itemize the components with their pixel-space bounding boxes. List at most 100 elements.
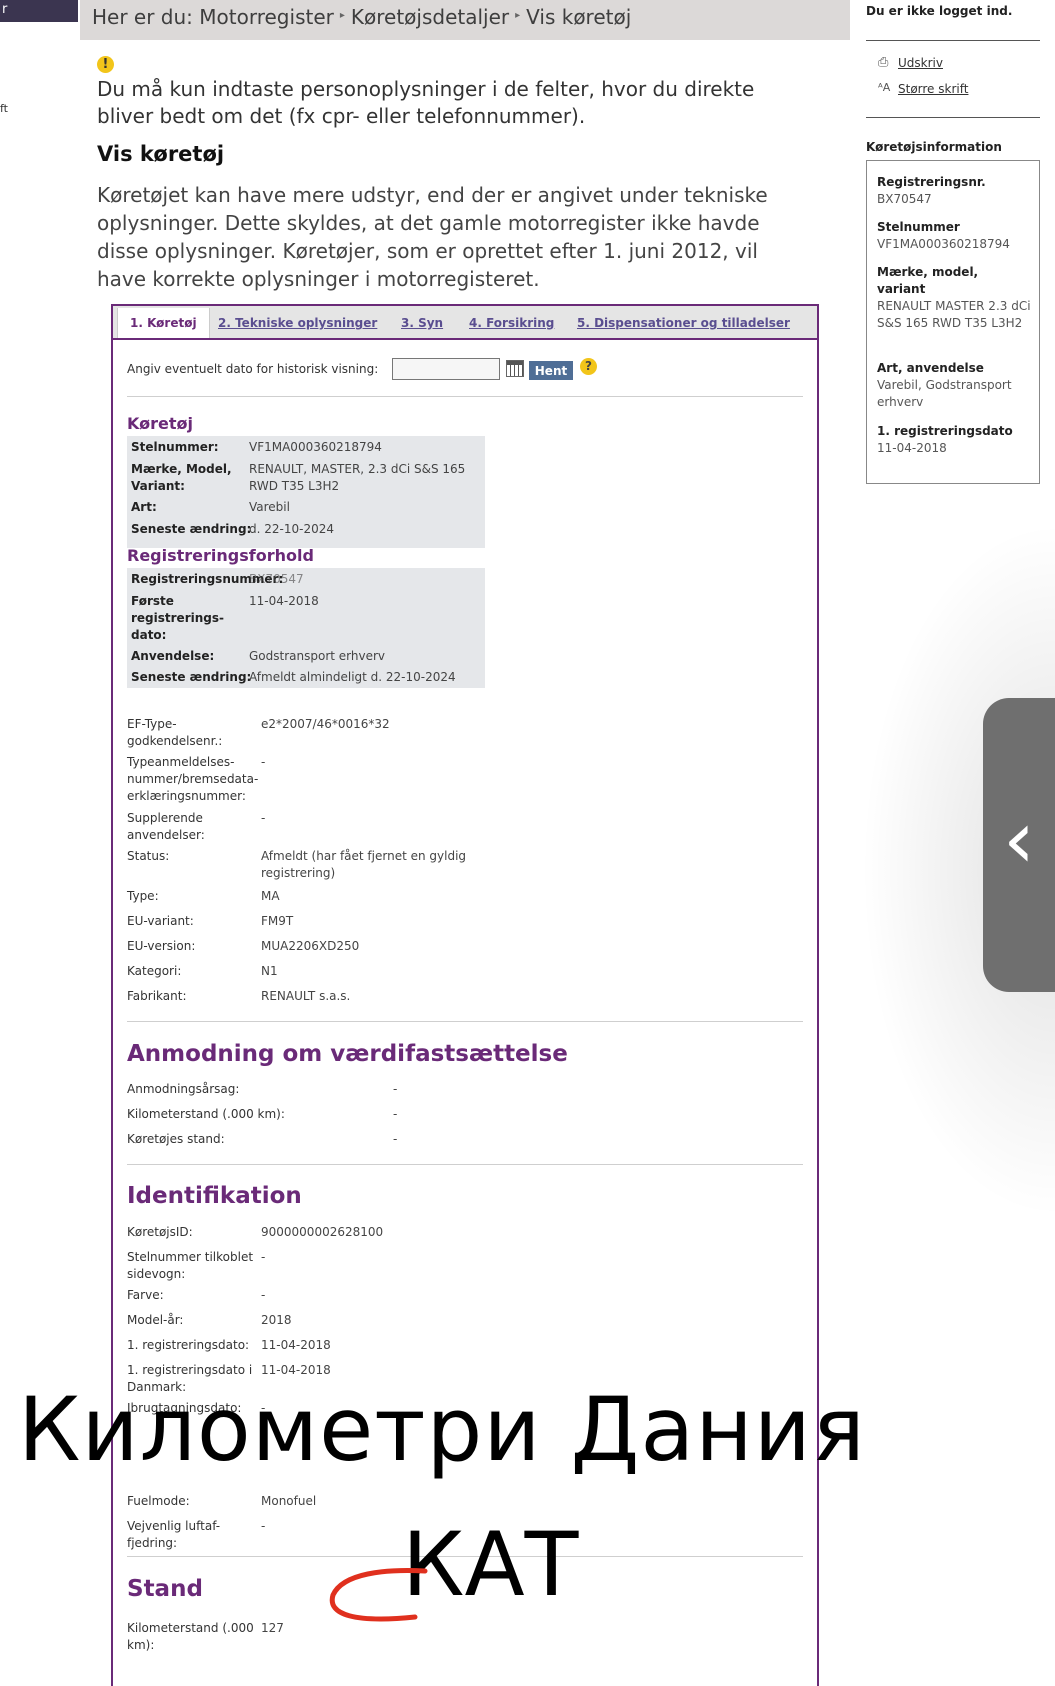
breadcrumb-item-koretojsdetaljer[interactable]: Køretøjsdetaljer xyxy=(351,5,509,29)
field-label: Kilometerstand (.000 km): xyxy=(127,1107,285,1121)
divider xyxy=(127,1164,803,1165)
detail-value: MUA2206XD250 xyxy=(261,939,360,953)
detail-value: Afmeldt (har fået fjernet en gyldig regi… xyxy=(261,849,467,880)
divider xyxy=(127,396,803,397)
breadcrumb-item-motorregister[interactable]: Motorregister xyxy=(199,5,334,29)
info-label: 1. registreringsdato xyxy=(877,424,1013,438)
detail-value: RENAULT s.a.s. xyxy=(261,989,351,1003)
hent-button[interactable]: Hent xyxy=(529,361,573,380)
field-value: VF1MA000360218794 xyxy=(249,440,382,454)
field-label: Model-år: xyxy=(127,1313,184,1327)
detail-label: Supplerende anvendelser: xyxy=(127,811,205,842)
field-value: RENAULT, MASTER, 2.3 dCi S&S 165 RWD T35… xyxy=(249,462,466,493)
section-title-anmodning: Anmodning om værdifastsættelse xyxy=(127,1041,568,1067)
divider xyxy=(866,40,1040,41)
intro-text: Køretøjet kan have mere udstyr, end der … xyxy=(97,183,768,291)
breadcrumb-separator-icon: ▸ xyxy=(339,10,345,21)
detail-label: Type: xyxy=(127,889,159,903)
print-link[interactable]: Udskriv xyxy=(898,56,943,70)
field-value: 11-04-2018 xyxy=(249,594,319,608)
detail-label: Typeanmeldelses-nummer/bremsedata-erklær… xyxy=(127,755,259,803)
field-label: Seneste ændring: xyxy=(131,522,252,536)
corner-text: r xyxy=(2,2,8,17)
detail-label: EF-Type-godkendelsenr.: xyxy=(127,717,223,748)
field-value: d. 22-10-2024 xyxy=(249,522,334,536)
vehicle-info-title: Køretøjsinformation xyxy=(866,140,1002,154)
detail-label: Kategori: xyxy=(127,964,182,978)
tab-koretoj[interactable]: 1. Køretøj xyxy=(117,308,210,338)
left-side-text: ft xyxy=(0,102,8,115)
field-value: Godstransport erhverv xyxy=(249,649,386,663)
field-value: - xyxy=(261,1519,266,1533)
tab-tekniske-oplysninger[interactable]: 2. Tekniske oplysninger xyxy=(218,316,377,330)
detail-value: e2*2007/46*0016*32 xyxy=(261,717,390,731)
info-label: Art, anvendelse xyxy=(877,361,984,375)
koretoj-box: Stelnummer: VF1MA000360218794 Mærke, Mod… xyxy=(127,436,485,548)
info-label: Mærke, model, variant xyxy=(877,265,979,296)
field-value: 9000000002628100 xyxy=(261,1225,384,1239)
print-icon[interactable]: ⎙ xyxy=(878,55,888,70)
detail-label: Status: xyxy=(127,849,170,863)
section-title-stand: Stand xyxy=(127,1576,203,1602)
page-title: Vis køretøj xyxy=(97,142,225,166)
history-date-input[interactable] xyxy=(392,358,500,380)
info-value: RENAULT MASTER 2.3 dCi S&S 165 RWD T35 L… xyxy=(877,299,1031,330)
field-value: - xyxy=(393,1107,398,1121)
notice-text: Du må kun indtaste personoplysninger i d… xyxy=(97,77,755,128)
info-label: Stelnummer xyxy=(877,220,960,234)
field-value: 11-04-2018 xyxy=(261,1338,331,1352)
field-value: Varebil xyxy=(249,500,290,514)
detail-value: MA xyxy=(261,889,280,903)
field-value: - xyxy=(261,1250,266,1264)
larger-font-link[interactable]: Større skrift xyxy=(898,82,968,96)
field-label: Vejvenlig luftaf-fjedring: xyxy=(127,1519,221,1550)
kilometerstand-value: 127 xyxy=(261,1621,284,1635)
detail-label: EU-variant: xyxy=(127,914,194,928)
calendar-icon[interactable] xyxy=(506,360,524,377)
tab-dispensationer[interactable]: 5. Dispensationer og tilladelser xyxy=(577,316,790,330)
info-value: 11-04-2018 xyxy=(877,441,947,455)
font-size-icon[interactable]: ᴬA xyxy=(878,81,890,94)
field-label: Kilometerstand (.000 km): xyxy=(127,1621,254,1652)
detail-value: - xyxy=(261,811,266,825)
tab-syn[interactable]: 3. Syn xyxy=(401,316,443,330)
registrering-box: Registreringsnummer: BX70547 Første regi… xyxy=(127,568,485,688)
section-title-koretoj: Køretøj xyxy=(127,414,193,433)
section-title-registreringsforhold: Registreringsforhold xyxy=(127,546,314,565)
breadcrumb-bar: Her er du: Motorregister ▸ Køretøjsdetalje… xyxy=(80,0,850,40)
field-label: Anmodningsårsag: xyxy=(127,1082,240,1096)
info-value: VF1MA000360218794 xyxy=(877,237,1010,251)
breadcrumb: Her er du: Motorregister ▸ Køretøjsdetalje… xyxy=(92,5,631,29)
detail-value: FM9T xyxy=(261,914,294,928)
field-label: Første registrerings-dato: xyxy=(131,594,224,642)
vehicle-info-box: Registreringsnr. BX70547 Stelnummer VF1M… xyxy=(866,160,1040,484)
detail-value: N1 xyxy=(261,964,278,978)
field-value: BX70547 xyxy=(249,572,304,586)
history-date-label: Angiv eventuelt dato for historisk visni… xyxy=(127,362,379,376)
field-value: - xyxy=(393,1132,398,1146)
field-label: Seneste ændring: xyxy=(131,670,252,684)
detail-label: EU-version: xyxy=(127,939,196,953)
field-label: Køretøjes stand: xyxy=(127,1132,225,1146)
field-value: 11-04-2018 xyxy=(261,1363,331,1377)
field-value: - xyxy=(261,1288,266,1302)
detail-label: Fabrikant: xyxy=(127,989,187,1003)
info-value: Varebil, Godstransport erhverv xyxy=(877,378,1012,409)
field-label: Anvendelse: xyxy=(131,649,215,663)
side-panel-handle[interactable]: ‹ xyxy=(983,698,1055,992)
field-label: Mærke, Model, Variant: xyxy=(131,462,232,493)
field-label: Stelnummer tilkoblet sidevogn: xyxy=(127,1250,254,1281)
field-label: Art: xyxy=(131,500,157,514)
top-left-bar: r xyxy=(0,0,78,22)
field-label: 1. registreringsdato: xyxy=(127,1338,250,1352)
help-icon[interactable]: ? xyxy=(580,358,597,375)
field-value: - xyxy=(393,1082,398,1096)
field-value: 2018 xyxy=(261,1313,292,1327)
section-title-identifikation: Identifikation xyxy=(127,1183,302,1209)
info-value: BX70547 xyxy=(877,192,932,206)
breadcrumb-item-vis-koretoj: Vis køretøj xyxy=(526,5,632,29)
tab-forsikring[interactable]: 4. Forsikring xyxy=(469,316,554,330)
field-value: Afmeldt almindeligt d. 22-10-2024 xyxy=(249,670,456,684)
breadcrumb-separator-icon: ▸ xyxy=(515,10,521,21)
sidebar: Du er ikke logget ind. ⎙ Udskriv ᴬA Stør… xyxy=(866,0,1040,500)
